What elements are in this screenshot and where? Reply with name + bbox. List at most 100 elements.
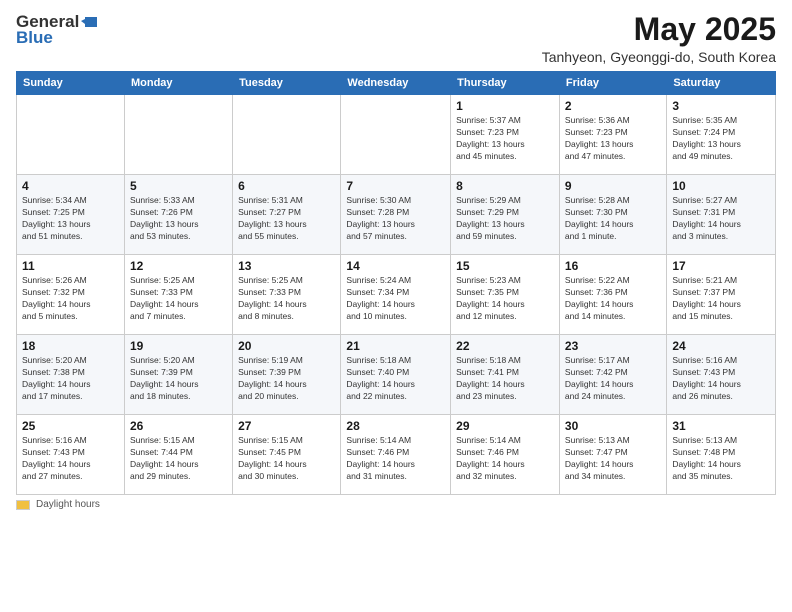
day-number: 20 (238, 339, 335, 353)
col-wednesday: Wednesday (341, 72, 451, 95)
calendar-cell (124, 95, 232, 175)
day-info: Sunrise: 5:28 AM Sunset: 7:30 PM Dayligh… (565, 195, 661, 243)
day-number: 31 (672, 419, 770, 433)
day-number: 22 (456, 339, 554, 353)
col-saturday: Saturday (667, 72, 776, 95)
calendar-cell: 1Sunrise: 5:37 AM Sunset: 7:23 PM Daylig… (451, 95, 560, 175)
logo-area: General Blue (16, 12, 97, 48)
calendar-cell: 10 Sunrise: 5:27 AM Sunset: 7:31 PM Dayli… (667, 175, 776, 255)
calendar-cell: 22 Sunrise: 5:18 AM Sunset: 7:41 PM Dayli… (451, 335, 560, 415)
col-friday: Friday (559, 72, 666, 95)
day-info: Sunrise: 5:15 AM Sunset: 7:44 PM Dayligh… (130, 435, 227, 483)
day-info: Sunrise: 5:37 AM Sunset: 7:23 PM Dayligh… (456, 115, 554, 163)
day-info: Sunrise: 5:30 AM Sunset: 7:28 PM Dayligh… (346, 195, 445, 243)
calendar-body: 1Sunrise: 5:37 AM Sunset: 7:23 PM Daylig… (17, 95, 776, 495)
day-number: 6 (238, 179, 335, 193)
day-number: 12 (130, 259, 227, 273)
day-info: Sunrise: 5:14 AM Sunset: 7:46 PM Dayligh… (346, 435, 445, 483)
day-info: Sunrise: 5:17 AM Sunset: 7:42 PM Dayligh… (565, 355, 661, 403)
calendar-cell: 13 Sunrise: 5:25 AM Sunset: 7:33 PM Dayli… (233, 255, 341, 335)
calendar-cell: 11 Sunrise: 5:26 AM Sunset: 7:32 PM Dayli… (17, 255, 125, 335)
calendar-week-0: 1Sunrise: 5:37 AM Sunset: 7:23 PM Daylig… (17, 95, 776, 175)
day-info: Sunrise: 5:15 AM Sunset: 7:45 PM Dayligh… (238, 435, 335, 483)
page: General Blue May 2025 Tanhyeon, Gyeonggi… (0, 0, 792, 612)
calendar-cell: 19 Sunrise: 5:20 AM Sunset: 7:39 PM Dayli… (124, 335, 232, 415)
day-number: 5 (130, 179, 227, 193)
calendar-week-3: 18Sunrise: 5:20 AM Sunset: 7:38 PM Dayli… (17, 335, 776, 415)
day-info: Sunrise: 5:25 AM Sunset: 7:33 PM Dayligh… (238, 275, 335, 323)
day-info: Sunrise: 5:27 AM Sunset: 7:31 PM Dayligh… (672, 195, 770, 243)
title-area: May 2025 Tanhyeon, Gyeonggi-do, South Ko… (542, 12, 776, 65)
calendar-cell: 2 Sunrise: 5:36 AM Sunset: 7:23 PM Daylig… (559, 95, 666, 175)
calendar-cell (17, 95, 125, 175)
calendar-cell: 25Sunrise: 5:16 AM Sunset: 7:43 PM Dayli… (17, 415, 125, 495)
day-info: Sunrise: 5:31 AM Sunset: 7:27 PM Dayligh… (238, 195, 335, 243)
calendar-cell: 12 Sunrise: 5:25 AM Sunset: 7:33 PM Dayli… (124, 255, 232, 335)
day-number: 28 (346, 419, 445, 433)
calendar-cell: 16 Sunrise: 5:22 AM Sunset: 7:36 PM Dayli… (559, 255, 666, 335)
calendar-cell: 23Sunrise: 5:17 AM Sunset: 7:42 PM Dayli… (559, 335, 666, 415)
main-title: May 2025 (542, 12, 776, 47)
day-info: Sunrise: 5:13 AM Sunset: 7:48 PM Dayligh… (672, 435, 770, 483)
day-number: 8 (456, 179, 554, 193)
day-info: Sunrise: 5:21 AM Sunset: 7:37 PM Dayligh… (672, 275, 770, 323)
day-number: 13 (238, 259, 335, 273)
day-info: Sunrise: 5:22 AM Sunset: 7:36 PM Dayligh… (565, 275, 661, 323)
day-number: 19 (130, 339, 227, 353)
day-info: Sunrise: 5:36 AM Sunset: 7:23 PM Dayligh… (565, 115, 661, 163)
day-number: 3 (672, 99, 770, 113)
calendar-table: Sunday Monday Tuesday Wednesday Thursday… (16, 71, 776, 495)
day-info: Sunrise: 5:16 AM Sunset: 7:43 PM Dayligh… (672, 355, 770, 403)
day-info: Sunrise: 5:20 AM Sunset: 7:39 PM Dayligh… (130, 355, 227, 403)
day-info: Sunrise: 5:26 AM Sunset: 7:32 PM Dayligh… (22, 275, 119, 323)
header: General Blue May 2025 Tanhyeon, Gyeonggi… (16, 12, 776, 65)
day-info: Sunrise: 5:25 AM Sunset: 7:33 PM Dayligh… (130, 275, 227, 323)
day-number: 7 (346, 179, 445, 193)
day-info: Sunrise: 5:18 AM Sunset: 7:40 PM Dayligh… (346, 355, 445, 403)
calendar-cell: 14 Sunrise: 5:24 AM Sunset: 7:34 PM Dayli… (341, 255, 451, 335)
day-info: Sunrise: 5:13 AM Sunset: 7:47 PM Dayligh… (565, 435, 661, 483)
day-number: 11 (22, 259, 119, 273)
subtitle: Tanhyeon, Gyeonggi-do, South Korea (542, 49, 776, 65)
calendar-cell: 29 Sunrise: 5:14 AM Sunset: 7:46 PM Dayli… (451, 415, 560, 495)
calendar-cell: 9 Sunrise: 5:28 AM Sunset: 7:30 PM Daylig… (559, 175, 666, 255)
calendar-cell: 31 Sunrise: 5:13 AM Sunset: 7:48 PM Dayli… (667, 415, 776, 495)
day-number: 26 (130, 419, 227, 433)
day-number: 4 (22, 179, 119, 193)
col-thursday: Thursday (451, 72, 560, 95)
calendar-cell: 5 Sunrise: 5:33 AM Sunset: 7:26 PM Daylig… (124, 175, 232, 255)
day-number: 16 (565, 259, 661, 273)
day-number: 27 (238, 419, 335, 433)
day-info: Sunrise: 5:19 AM Sunset: 7:39 PM Dayligh… (238, 355, 335, 403)
calendar-cell: 24 Sunrise: 5:16 AM Sunset: 7:43 PM Dayli… (667, 335, 776, 415)
day-info: Sunrise: 5:14 AM Sunset: 7:46 PM Dayligh… (456, 435, 554, 483)
day-number: 24 (672, 339, 770, 353)
daylight-box-icon (16, 500, 30, 510)
day-number: 21 (346, 339, 445, 353)
calendar-cell: 3Sunrise: 5:35 AM Sunset: 7:24 PM Daylig… (667, 95, 776, 175)
day-number: 9 (565, 179, 661, 193)
day-info: Sunrise: 5:33 AM Sunset: 7:26 PM Dayligh… (130, 195, 227, 243)
calendar-cell: 27 Sunrise: 5:15 AM Sunset: 7:45 PM Dayli… (233, 415, 341, 495)
day-number: 10 (672, 179, 770, 193)
day-info: Sunrise: 5:34 AM Sunset: 7:25 PM Dayligh… (22, 195, 119, 243)
col-sunday: Sunday (17, 72, 125, 95)
calendar-week-2: 11 Sunrise: 5:26 AM Sunset: 7:32 PM Dayli… (17, 255, 776, 335)
day-number: 15 (456, 259, 554, 273)
daylight-label: Daylight hours (36, 499, 100, 510)
day-info: Sunrise: 5:29 AM Sunset: 7:29 PM Dayligh… (456, 195, 554, 243)
calendar-cell: 8 Sunrise: 5:29 AM Sunset: 7:29 PM Daylig… (451, 175, 560, 255)
day-number: 2 (565, 99, 661, 113)
day-info: Sunrise: 5:18 AM Sunset: 7:41 PM Dayligh… (456, 355, 554, 403)
col-monday: Monday (124, 72, 232, 95)
col-tuesday: Tuesday (233, 72, 341, 95)
calendar-cell: 28 Sunrise: 5:14 AM Sunset: 7:46 PM Dayli… (341, 415, 451, 495)
day-number: 29 (456, 419, 554, 433)
calendar-week-1: 4 Sunrise: 5:34 AM Sunset: 7:25 PM Daylig… (17, 175, 776, 255)
day-number: 14 (346, 259, 445, 273)
day-number: 17 (672, 259, 770, 273)
calendar-cell: 18Sunrise: 5:20 AM Sunset: 7:38 PM Dayli… (17, 335, 125, 415)
day-info: Sunrise: 5:23 AM Sunset: 7:35 PM Dayligh… (456, 275, 554, 323)
logo-blue: Blue (16, 28, 53, 48)
day-info: Sunrise: 5:24 AM Sunset: 7:34 PM Dayligh… (346, 275, 445, 323)
